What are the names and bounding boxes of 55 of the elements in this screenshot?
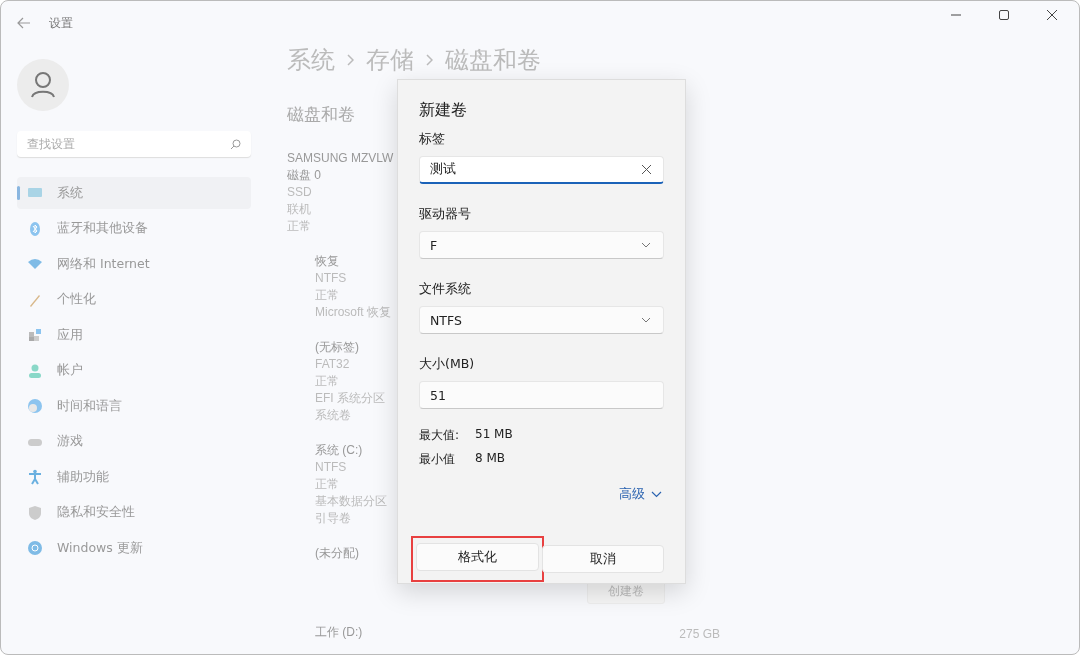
breadcrumb-item[interactable]: 存储	[366, 44, 414, 76]
nav-item[interactable]: 系统	[17, 177, 251, 209]
nav-item[interactable]: 帐户	[17, 354, 251, 387]
field-label: 标签	[419, 131, 446, 148]
volume-info-text: 恢复	[315, 253, 339, 270]
limit-value: 8 MB	[475, 451, 506, 467]
volume-info-text: FAT32	[315, 356, 350, 373]
nav-item[interactable]: Windows 更新	[17, 532, 251, 564]
volume-info-text: NTFS	[315, 270, 347, 287]
breadcrumb-item: 磁盘和卷	[445, 45, 541, 76]
nav-item[interactable]: 应用	[17, 319, 251, 351]
volume-info-text: EFI 系统分区	[315, 390, 385, 407]
disk-info-text: SSD	[287, 184, 312, 201]
nav-item[interactable]: 隐私和安全性	[17, 496, 251, 529]
advanced-link[interactable]: 高级	[619, 486, 645, 503]
nav-item[interactable]: 个性化	[17, 283, 251, 316]
window-title: 设置	[49, 14, 73, 32]
volume-info-text: 工作 (D:)	[315, 624, 363, 641]
dialog-title: 新建卷	[419, 100, 468, 121]
volume-info-text: 系统卷	[315, 407, 351, 424]
limit-value: 51 MB	[475, 427, 513, 443]
breadcrumb-item[interactable]: 系统	[287, 44, 335, 76]
limit-label: 最小值	[419, 451, 456, 468]
volume-info-text: 基本数据分区	[315, 493, 387, 510]
nav-item[interactable]: 时间和语言	[17, 390, 251, 422]
field-label: 驱动器号	[419, 206, 472, 223]
dropdown[interactable]: F	[419, 231, 664, 259]
volume-info-text: NTFS	[315, 459, 347, 476]
volume-info-text: 正常	[315, 287, 339, 304]
input-field[interactable]: 测试	[419, 156, 664, 184]
volume-info-text: (无标签)	[315, 339, 359, 356]
nav-item[interactable]: 辅助功能	[17, 461, 251, 493]
dialog-button[interactable]: 取消	[541, 545, 664, 573]
volume-info-text: 正常	[315, 476, 339, 493]
disk-info-text: 磁盘 0	[287, 167, 321, 184]
disk-info-text: SAMSUNG MZVLW	[287, 150, 394, 167]
volume-size: 275 GB	[679, 627, 720, 641]
disk-info-text: 正常	[287, 218, 311, 235]
volume-info-text: (未分配)	[315, 545, 359, 562]
section-title: 磁盘和卷	[287, 103, 355, 126]
search-field[interactable]: 查找设置	[17, 131, 251, 157]
dropdown[interactable]: NTFS	[419, 306, 664, 334]
dialog-button[interactable]: 格式化	[416, 543, 539, 571]
nav-item[interactable]: 游戏	[17, 425, 251, 458]
input-field[interactable]: 51	[419, 381, 664, 409]
nav-item[interactable]: 网络和 Internet	[17, 248, 251, 280]
volume-info-text: 系统 (C:)	[315, 442, 363, 459]
volume-info-text: 引导卷	[315, 510, 351, 527]
field-label: 文件系统	[419, 281, 472, 298]
disk-info-text: 联机	[287, 201, 311, 218]
field-label: 大小(MB)	[419, 356, 476, 373]
volume-info-text: Microsoft 恢复	[315, 304, 391, 321]
nav-item[interactable]: 蓝牙和其他设备	[17, 212, 251, 245]
limit-label: 最大值:	[419, 427, 461, 444]
volume-info-text: 正常	[315, 373, 339, 390]
